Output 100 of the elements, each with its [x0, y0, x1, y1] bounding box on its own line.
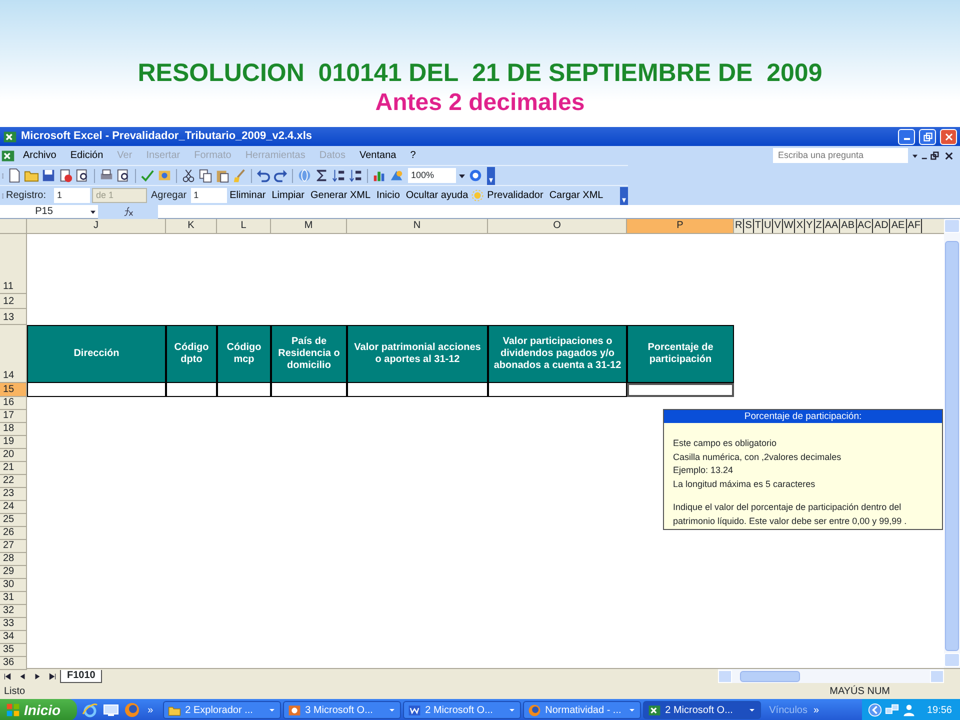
- sort-descending-icon[interactable]: [348, 168, 363, 183]
- row-header[interactable]: 26: [0, 527, 27, 540]
- table-cell[interactable]: [217, 383, 271, 397]
- table-cell[interactable]: [347, 383, 488, 397]
- toolbar-button[interactable]: Inicio: [374, 188, 403, 203]
- menu-item[interactable]: Edición: [63, 148, 110, 163]
- save-icon[interactable]: [41, 168, 56, 183]
- close-button[interactable]: [940, 128, 957, 144]
- toolbar-button[interactable]: Cargar XML: [546, 188, 606, 203]
- table-cell[interactable]: [627, 383, 734, 397]
- research-icon[interactable]: [157, 168, 172, 183]
- undo-icon[interactable]: [256, 168, 271, 183]
- horizontal-scrollbar[interactable]: [718, 669, 944, 683]
- column-header[interactable]: K: [166, 219, 217, 234]
- row-header[interactable]: 15: [0, 383, 27, 397]
- taskbar-button[interactable]: 3 Microsoft O...: [283, 701, 402, 719]
- row-header[interactable]: 11: [0, 234, 27, 294]
- column-header[interactable]: V: [773, 219, 783, 233]
- restore-icon[interactable]: [930, 150, 940, 160]
- browser-icon[interactable]: [82, 702, 98, 718]
- toolbar-options-icon[interactable]: [620, 186, 628, 204]
- paste-icon[interactable]: [215, 168, 230, 183]
- table-cell[interactable]: [27, 383, 166, 397]
- vertical-scrollbar[interactable]: [944, 219, 960, 668]
- function-icon[interactable]: [122, 206, 134, 217]
- more-chevron[interactable]: »: [813, 702, 820, 718]
- row-header[interactable]: 12: [0, 294, 27, 309]
- zoom-field[interactable]: 100%: [408, 168, 456, 183]
- desktop-icon[interactable]: [102, 702, 119, 718]
- toolbar-options-icon[interactable]: [487, 166, 495, 184]
- column-header[interactable]: Z: [814, 219, 824, 233]
- restore-button[interactable]: [919, 128, 936, 144]
- drawing-icon[interactable]: [389, 168, 404, 183]
- row-header[interactable]: 28: [0, 553, 27, 566]
- menu-item[interactable]: Archivo: [16, 148, 64, 163]
- toolbar-button[interactable]: Generar XML: [308, 188, 374, 203]
- spelling-icon[interactable]: [140, 168, 155, 183]
- row-header[interactable]: 29: [0, 566, 27, 579]
- row-header[interactable]: 19: [0, 436, 27, 449]
- row-header[interactable]: 35: [0, 644, 27, 657]
- help-search-field[interactable]: Escriba una pregunta: [773, 148, 908, 163]
- close-icon[interactable]: [944, 150, 954, 160]
- column-header[interactable]: AD: [873, 219, 890, 233]
- taskbar-button[interactable]: Normatividad - ...: [523, 701, 642, 719]
- row-header[interactable]: 18: [0, 423, 27, 436]
- toolbar-button[interactable]: Eliminar: [226, 188, 269, 203]
- table-cell[interactable]: [488, 383, 627, 397]
- column-header[interactable]: P: [627, 219, 734, 234]
- help-icon[interactable]: [468, 168, 483, 183]
- taskbar-button[interactable]: 2 Microsoft O...: [403, 701, 522, 719]
- first-sheet-icon[interactable]: [3, 672, 12, 680]
- column-header[interactable]: AF: [906, 219, 922, 233]
- column-header[interactable]: AE: [890, 219, 907, 233]
- column-header[interactable]: X: [795, 219, 806, 233]
- table-cell[interactable]: [271, 383, 347, 397]
- taskbar-button[interactable]: 2 Explorador ...: [163, 701, 282, 719]
- row-header[interactable]: 22: [0, 475, 27, 488]
- row-header[interactable]: 13: [0, 309, 27, 325]
- column-header[interactable]: Y: [805, 219, 815, 233]
- last-sheet-icon[interactable]: [48, 672, 57, 680]
- column-header[interactable]: AA: [824, 219, 840, 233]
- row-header[interactable]: 24: [0, 501, 27, 514]
- taskbar-button[interactable]: 2 Microsoft O...: [643, 701, 762, 719]
- sort-ascending-icon[interactable]: [331, 168, 346, 183]
- column-header[interactable]: W: [782, 219, 796, 233]
- column-header[interactable]: J: [27, 219, 166, 234]
- column-header[interactable]: N: [347, 219, 488, 234]
- redo-icon[interactable]: [273, 168, 288, 183]
- back-icon[interactable]: [868, 703, 882, 717]
- column-header[interactable]: O: [488, 219, 627, 234]
- menu-item[interactable]: Ventana: [352, 148, 404, 163]
- print-preview-icon[interactable]: [116, 168, 131, 183]
- new-document-icon[interactable]: [7, 168, 22, 183]
- more-chevron[interactable]: »: [148, 702, 154, 718]
- row-header[interactable]: 33: [0, 618, 27, 631]
- column-header[interactable]: AB: [840, 219, 857, 233]
- toolbar-button[interactable]: Ocultar ayuda: [402, 188, 472, 203]
- row-header[interactable]: 34: [0, 631, 27, 644]
- autosum-icon[interactable]: [314, 168, 329, 183]
- column-header[interactable]: S: [744, 219, 754, 233]
- minimize-button[interactable]: [898, 128, 915, 144]
- add-count-field[interactable]: 1: [190, 188, 227, 203]
- sheet-tab[interactable]: F1010: [60, 670, 102, 682]
- row-header[interactable]: 32: [0, 605, 27, 618]
- workbook-icon[interactable]: [0, 148, 16, 162]
- cut-icon[interactable]: [181, 168, 196, 183]
- column-header[interactable]: M: [271, 219, 347, 234]
- row-header[interactable]: 27: [0, 540, 27, 553]
- row-header[interactable]: 23: [0, 488, 27, 501]
- row-header[interactable]: 16: [0, 397, 27, 410]
- next-sheet-icon[interactable]: [33, 672, 42, 680]
- row-header[interactable]: 20: [0, 449, 27, 462]
- row-header[interactable]: 30: [0, 579, 27, 592]
- fox-icon[interactable]: [124, 702, 140, 718]
- column-header[interactable]: L: [217, 219, 271, 234]
- row-header[interactable]: 25: [0, 514, 27, 527]
- row-header[interactable]: 17: [0, 410, 27, 423]
- row-header[interactable]: 21: [0, 462, 27, 475]
- table-cell[interactable]: [166, 383, 217, 397]
- user-icon[interactable]: [902, 703, 916, 717]
